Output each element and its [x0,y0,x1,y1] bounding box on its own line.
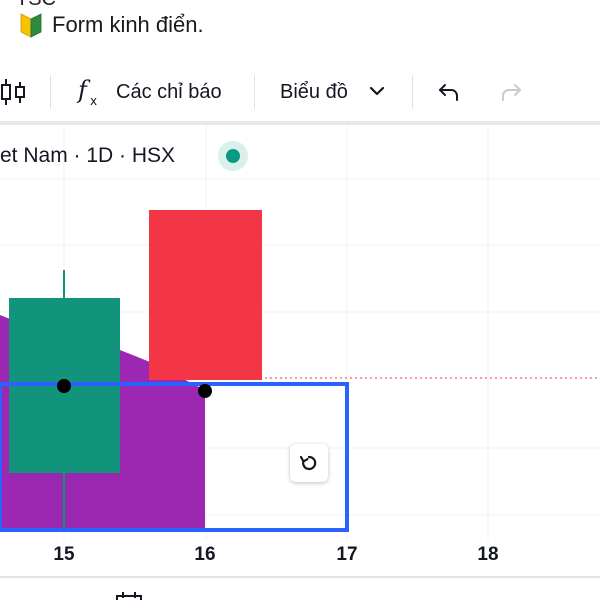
toolbar-separator [254,75,255,109]
reset-icon [299,455,317,471]
fx-indicators-icon[interactable]: f x [76,74,104,110]
x-axis-tick: 18 [477,544,499,565]
x-axis-tick: 15 [53,544,75,565]
chart-pane[interactable] [0,125,600,600]
reset-chart-button[interactable] [290,444,328,482]
svg-text:x: x [90,94,97,108]
post-text: Form kinh điển. [18,10,204,40]
calendar-icon[interactable] [112,592,146,600]
symbol-legend[interactable]: et Nam · 1D · HSX [0,142,175,170]
anchor-point [57,379,71,393]
post-text-content: Form kinh điển. [52,12,204,37]
toolbar-separator [412,75,413,109]
undo-icon[interactable] [436,80,462,104]
red-candle-body [149,210,262,380]
redo-icon[interactable] [498,80,524,104]
x-axis-tick: 17 [336,544,358,565]
price-chart[interactable] [0,125,600,600]
chart-toolbar: f x Các chỉ báo Biểu đồ [0,66,600,118]
market-status-dot[interactable] [218,141,248,171]
anchor-point [198,384,212,398]
x-axis-border [0,576,600,578]
chart-type-button[interactable]: Biểu đồ [280,78,348,106]
beginner-mark-icon [20,13,42,38]
svg-text:f: f [76,76,91,104]
candles-icon[interactable] [0,76,28,108]
indicators-button[interactable]: Các chỉ báo [116,78,222,106]
x-axis-tick: 16 [194,544,216,565]
toolbar-separator [50,75,51,109]
chevron-down-icon[interactable] [368,82,386,100]
